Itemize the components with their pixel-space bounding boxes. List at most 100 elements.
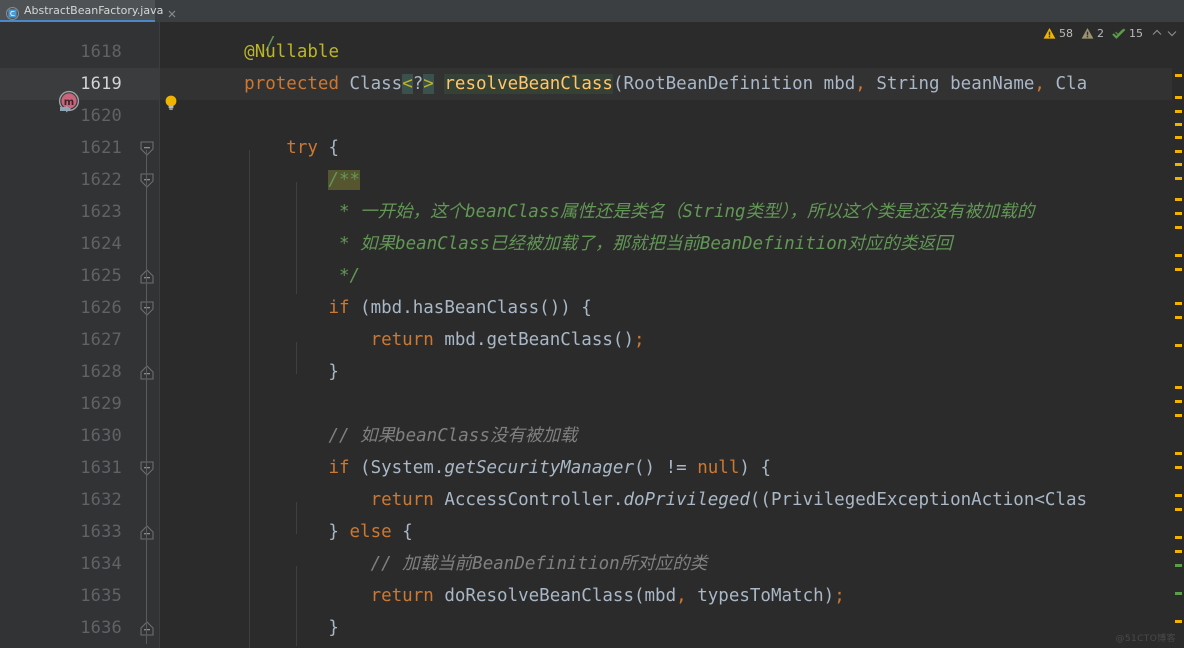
error-stripe-mark[interactable] bbox=[1175, 316, 1182, 319]
error-stripe-mark[interactable] bbox=[1175, 466, 1182, 469]
code-token: mbd.getBeanClass() bbox=[433, 330, 634, 350]
error-stripe-mark[interactable] bbox=[1175, 150, 1182, 153]
code-line-text: // 加载当前BeanDefinition所对应的类 bbox=[202, 548, 708, 580]
code-token: (RootBeanDefinition mbd bbox=[612, 74, 856, 94]
error-stripe-mark[interactable] bbox=[1175, 123, 1182, 126]
error-stripe-mark[interactable] bbox=[1175, 564, 1182, 567]
fold-expand-icon[interactable] bbox=[139, 365, 155, 380]
code-token: typesToMatch) bbox=[686, 586, 835, 606]
code-line-1633[interactable]: 1633 } else { bbox=[0, 516, 1184, 548]
code-line-1632[interactable]: 1632 return AccessController.doPrivilege… bbox=[0, 484, 1184, 516]
warnings-indicator[interactable]: 58 bbox=[1043, 27, 1073, 40]
error-stripe-mark[interactable] bbox=[1175, 177, 1182, 180]
ide-editor-window: C AbstractBeanFactory.java / 1618 @Nulla… bbox=[0, 0, 1184, 648]
green-check-icon bbox=[1112, 27, 1126, 39]
lightbulb-icon[interactable] bbox=[163, 94, 179, 112]
code-token: } bbox=[202, 522, 350, 542]
code-token: doResolveBeanClass(mbd bbox=[433, 586, 677, 606]
fold-collapse-icon[interactable] bbox=[139, 461, 155, 476]
error-stripe-mark[interactable] bbox=[1175, 268, 1182, 271]
code-token: // 如果beanClass没有被加载 bbox=[328, 426, 578, 446]
fold-collapse-icon[interactable] bbox=[139, 301, 155, 316]
close-icon[interactable] bbox=[166, 5, 178, 18]
error-stripe-mark[interactable] bbox=[1175, 386, 1182, 389]
code-line-1621[interactable]: 1621 try { bbox=[0, 132, 1184, 164]
code-line-text: } bbox=[202, 356, 339, 388]
method-breakpoint-icon[interactable]: m bbox=[56, 90, 82, 116]
inspection-status-widget[interactable]: 58 2 15 bbox=[1043, 24, 1178, 42]
error-stripe-mark[interactable] bbox=[1175, 110, 1182, 113]
error-stripe-mark[interactable] bbox=[1175, 452, 1182, 455]
line-number: 1622 bbox=[80, 170, 122, 190]
svg-text:m: m bbox=[64, 97, 74, 108]
error-stripe-mark[interactable] bbox=[1175, 494, 1182, 497]
fold-expand-icon[interactable] bbox=[139, 269, 155, 284]
weak-warnings-indicator[interactable]: 2 bbox=[1081, 27, 1104, 40]
error-stripe-mark[interactable] bbox=[1175, 198, 1182, 201]
code-token: if bbox=[328, 458, 350, 478]
error-stripe-mark[interactable] bbox=[1175, 536, 1182, 539]
error-stripe-mark[interactable] bbox=[1175, 212, 1182, 215]
error-stripe-mark[interactable] bbox=[1175, 344, 1182, 347]
code-token: ((PrivilegedExceptionAction<Clas bbox=[749, 490, 1088, 510]
error-stripe-mark[interactable] bbox=[1175, 254, 1182, 257]
code-line-1631[interactable]: 1631 if (System.getSecurityManager() != … bbox=[0, 452, 1184, 484]
code-line-1618[interactable]: 1618 @Nullable bbox=[0, 36, 1184, 68]
error-stripe-mark[interactable] bbox=[1175, 74, 1182, 77]
line-number: 1635 bbox=[80, 586, 122, 606]
chevron-up-icon[interactable] bbox=[1151, 27, 1163, 39]
error-stripe-mark[interactable] bbox=[1175, 136, 1182, 139]
error-stripe-mark[interactable] bbox=[1175, 414, 1182, 417]
code-line-1627[interactable]: 1627 return mbd.getBeanClass(); bbox=[0, 324, 1184, 356]
error-stripe-mark[interactable] bbox=[1175, 163, 1182, 166]
code-line-1628[interactable]: 1628 } bbox=[0, 356, 1184, 388]
weak-warning-triangle-icon bbox=[1081, 27, 1094, 39]
warning-triangle-icon bbox=[1043, 27, 1056, 39]
code-line-1629[interactable]: 1629 bbox=[0, 388, 1184, 420]
editor-tab-abstractbeanfactory[interactable]: C AbstractBeanFactory.java bbox=[0, 0, 176, 22]
line-number: 1621 bbox=[80, 138, 122, 158]
code-line-1622[interactable]: 1622 /** bbox=[0, 164, 1184, 196]
fold-collapse-icon[interactable] bbox=[139, 173, 155, 188]
code-line-1626[interactable]: 1626 if (mbd.hasBeanClass()) { bbox=[0, 292, 1184, 324]
line-number: 1625 bbox=[80, 266, 122, 286]
line-number: 1626 bbox=[80, 298, 122, 318]
fold-collapse-icon[interactable] bbox=[139, 141, 155, 156]
error-stripe-mark[interactable] bbox=[1175, 550, 1182, 553]
indent-guide bbox=[296, 566, 297, 646]
fold-expand-icon[interactable] bbox=[139, 525, 155, 540]
fold-expand-icon[interactable] bbox=[139, 621, 155, 636]
fold-connector bbox=[146, 596, 147, 644]
code-token: (System. bbox=[349, 458, 445, 478]
error-stripe-mark[interactable] bbox=[1175, 302, 1182, 305]
code-line-1635[interactable]: 1635 return doResolveBeanClass(mbd, type… bbox=[0, 580, 1184, 612]
clipped-code-line: / bbox=[265, 34, 276, 54]
code-token: try bbox=[286, 138, 318, 158]
code-line-1623[interactable]: 1623 * 一开始，这个beanClass属性还是类名（String类型），所… bbox=[0, 196, 1184, 228]
error-stripe-mark[interactable] bbox=[1175, 226, 1182, 229]
code-line-1625[interactable]: 1625 */ bbox=[0, 260, 1184, 292]
code-line-text: } else { bbox=[202, 516, 413, 548]
error-stripe-mark[interactable] bbox=[1175, 96, 1182, 99]
chevron-down-icon[interactable] bbox=[1166, 27, 1178, 39]
error-stripe-mark[interactable] bbox=[1175, 592, 1182, 595]
code-line-1630[interactable]: 1630 // 如果beanClass没有被加载 bbox=[0, 420, 1184, 452]
code-line-1636[interactable]: 1636 } bbox=[0, 612, 1184, 644]
code-line-1634[interactable]: 1634 // 加载当前BeanDefinition所对应的类 bbox=[0, 548, 1184, 580]
error-stripe-mark[interactable] bbox=[1175, 508, 1182, 511]
error-stripe-scrollbar[interactable] bbox=[1172, 22, 1184, 648]
code-token: { bbox=[391, 522, 413, 542]
code-token: ; bbox=[633, 330, 645, 350]
code-editor[interactable]: / 1618 @Nullable 1619 protected Class<?> … bbox=[0, 22, 1184, 648]
typos-indicator[interactable]: 15 bbox=[1112, 27, 1143, 40]
error-stripe-mark[interactable] bbox=[1175, 620, 1182, 623]
code-token: (mbd.hasBeanClass()) { bbox=[349, 298, 592, 318]
code-line-1624[interactable]: 1624 * 如果beanClass已经被加载了，那就把当前BeanDefini… bbox=[0, 228, 1184, 260]
code-token: { bbox=[317, 138, 339, 158]
line-number: 1631 bbox=[80, 458, 122, 478]
error-stripe-mark[interactable] bbox=[1175, 400, 1182, 403]
